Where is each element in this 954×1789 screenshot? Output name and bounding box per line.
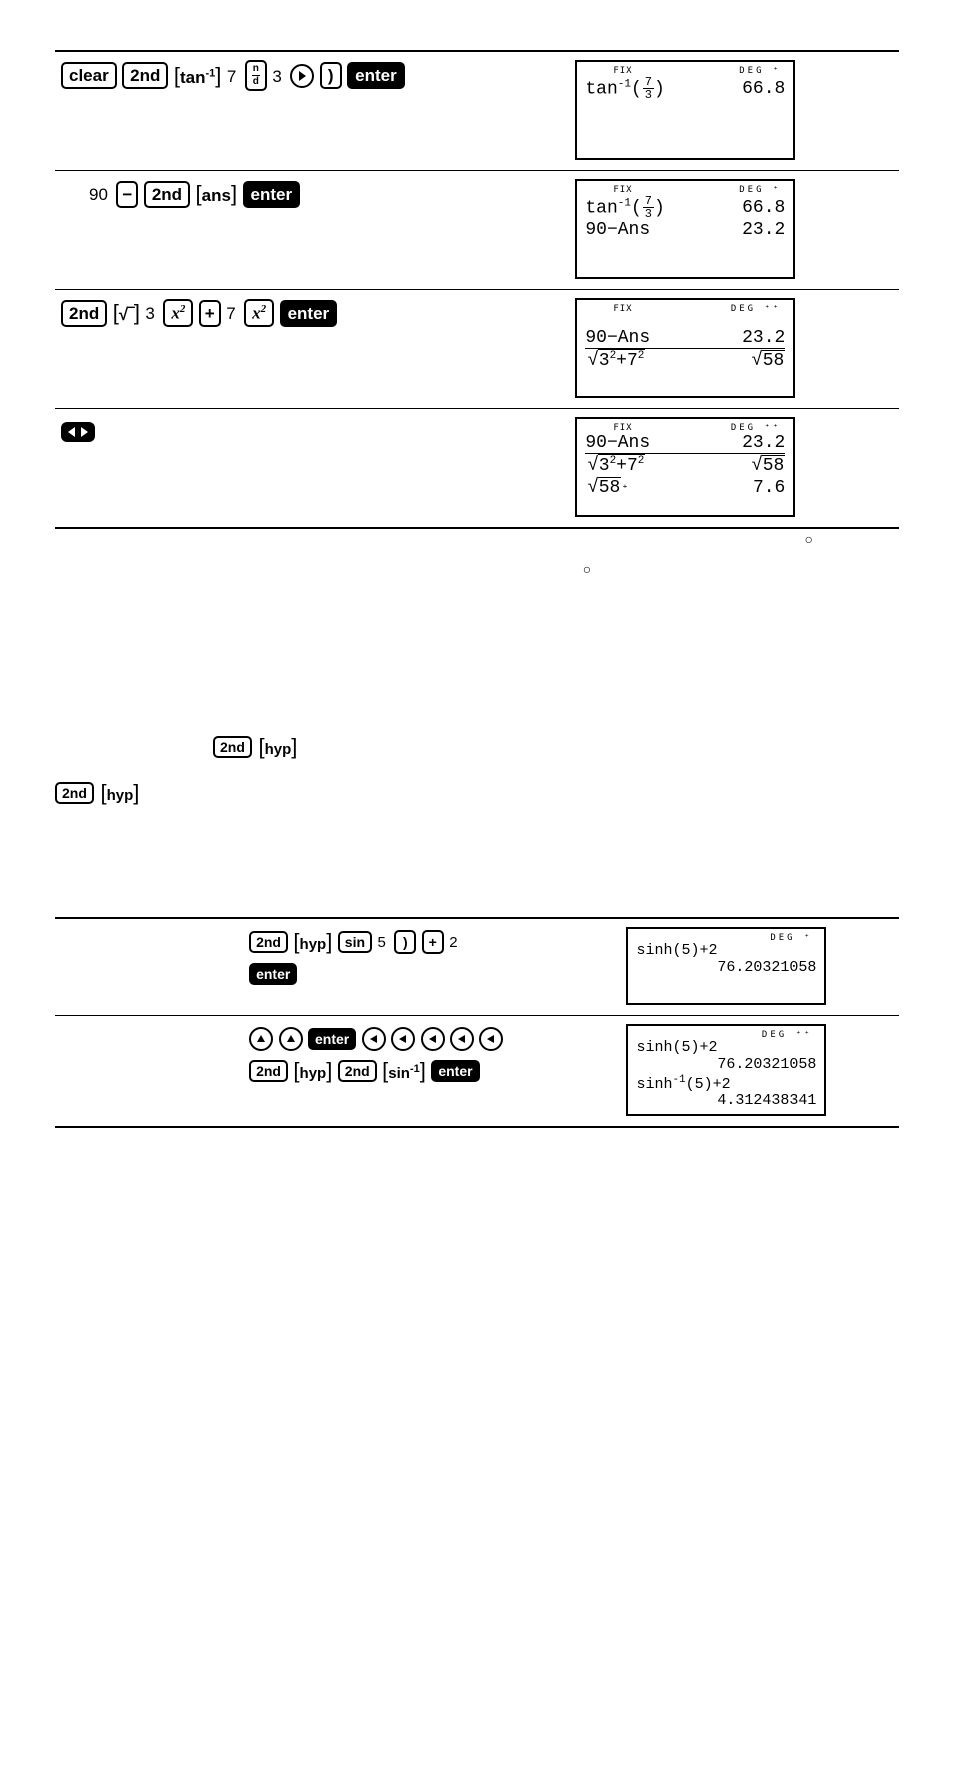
calculator-screen: FIX DEG ⁺⁺ 90−Ans 23.2 32+72 58 58⁺ 7.6	[575, 417, 795, 517]
digit-2: 2	[449, 934, 457, 951]
marker-right: ○	[55, 531, 899, 547]
fraction-key[interactable]: n d	[245, 60, 267, 91]
enter-button[interactable]: enter	[308, 1028, 356, 1050]
minus-button[interactable]: −	[116, 181, 138, 208]
table-row: FIX DEG ⁺⁺ 90−Ans 23.2 32+72 58 58⁺ 7.6	[55, 409, 899, 529]
close-paren-button[interactable]: )	[320, 62, 342, 89]
up-arrow-button[interactable]	[249, 1027, 273, 1051]
second-button[interactable]: 2nd	[144, 181, 190, 208]
table-row: 2nd √‾ 3 x2 + 7 x2 enter FIX DEG ⁺⁺	[55, 290, 899, 409]
key-sequence: clear 2nd tan-1 7 n d 3 ) enter	[61, 60, 557, 93]
digit-3: 3	[145, 304, 154, 323]
table-row: clear 2nd tan-1 7 n d 3 ) enter	[55, 51, 899, 171]
key-sequence: enter 2nd hyp 2nd sin-1 enter	[249, 1024, 608, 1088]
left-arrow-button[interactable]	[479, 1027, 503, 1051]
left-arrow-button[interactable]	[362, 1027, 386, 1051]
lcd-status-bar: FIX DEG ⁺⁺	[585, 423, 785, 433]
hyp-button[interactable]: hyp	[293, 931, 332, 953]
key-sequence: 2nd hyp sin 5 ) + 2 enter	[249, 927, 608, 991]
close-paren-button[interactable]: )	[394, 930, 416, 954]
key-sequence: 90 − 2nd ans enter	[61, 179, 557, 211]
second-button[interactable]: 2nd	[213, 736, 252, 758]
enter-button[interactable]: enter	[431, 1060, 479, 1082]
left-arrow-button[interactable]	[391, 1027, 415, 1051]
enter-button[interactable]: enter	[347, 62, 405, 89]
lcd-line: 90−Ans 23.2	[585, 433, 785, 454]
second-button[interactable]: 2nd	[249, 931, 288, 953]
second-button[interactable]: 2nd	[338, 1060, 377, 1082]
x-squared-button[interactable]: x2	[163, 299, 193, 327]
second-button[interactable]: 2nd	[122, 62, 168, 89]
sin-inverse-button[interactable]: sin-1	[382, 1060, 426, 1082]
example-table-1: clear 2nd tan-1 7 n d 3 ) enter	[55, 50, 899, 529]
key-sequence	[61, 417, 557, 449]
lcd-line: sinh(5)+2	[636, 1040, 816, 1057]
key-sequence: 2nd √‾ 3 x2 + 7 x2 enter	[61, 298, 557, 330]
hyp-button[interactable]: hyp	[293, 1060, 332, 1082]
enter-button[interactable]: enter	[249, 963, 297, 985]
calculator-screen: FIX DEG ⁺ tan-1(73) 66.8 90−Ans 23.2	[575, 179, 795, 279]
sqrt-button[interactable]: √‾	[113, 302, 140, 324]
prose-section: 2nd hyp 2nd hyp	[55, 613, 899, 807]
hyp-button[interactable]: hyp	[258, 736, 297, 758]
lcd-line: tan-1(73) 66.8	[585, 195, 785, 220]
calculator-screen: DEG ⁺ sinh(5)+2 76.20321058	[626, 927, 826, 1005]
lcd-line: 90−Ans 23.2	[585, 220, 785, 240]
lcd-line: 32+72 58	[585, 349, 785, 371]
table-row: 2nd hyp sin 5 ) + 2 enter DEG ⁺	[55, 918, 899, 1016]
clear-button[interactable]: clear	[61, 62, 117, 89]
lcd-line: 76.20321058	[636, 1057, 816, 1074]
enter-button[interactable]: enter	[243, 181, 301, 208]
lcd-line: sinh(5)+2	[636, 943, 816, 960]
hyp-button[interactable]: hyp	[100, 782, 139, 804]
calculator-screen: FIX DEG ⁺⁺ 90−Ans 23.2 32+72 58	[575, 298, 795, 398]
lcd-line: 76.20321058	[636, 960, 816, 977]
lcd-status-bar: FIX DEG ⁺	[585, 66, 785, 76]
digit-5: 5	[377, 934, 385, 951]
ans-button[interactable]: ans	[196, 183, 238, 205]
lcd-line: 58⁺ 7.6	[585, 477, 785, 498]
digit-3: 3	[272, 67, 281, 86]
lcd-line: tan-1(73) 66.8	[585, 76, 785, 101]
enter-button[interactable]: enter	[280, 300, 338, 327]
lcd-line: 90−Ans 23.2	[585, 328, 785, 349]
lcd-status-bar: FIX DEG ⁺⁺	[585, 304, 785, 314]
x-squared-button[interactable]: x2	[244, 299, 274, 327]
second-button[interactable]: 2nd	[61, 300, 107, 327]
second-button[interactable]: 2nd	[55, 782, 94, 804]
problem-text	[55, 918, 243, 1016]
digit-90: 90	[89, 185, 108, 204]
second-button[interactable]: 2nd	[249, 1060, 288, 1082]
lcd-line: 4.312438341	[636, 1093, 816, 1110]
marker-left: ○	[55, 561, 899, 577]
left-arrow-button[interactable]	[450, 1027, 474, 1051]
tan-inverse-button[interactable]: tan-1	[174, 65, 222, 87]
digit-7: 7	[226, 304, 235, 323]
up-arrow-button[interactable]	[279, 1027, 303, 1051]
example-table-2: 2nd hyp sin 5 ) + 2 enter DEG ⁺	[55, 917, 899, 1128]
right-arrow-button[interactable]	[290, 64, 314, 88]
sin-button[interactable]: sin	[338, 931, 372, 953]
lcd-line: sinh-1(5)+2	[636, 1074, 816, 1094]
plus-button[interactable]: +	[422, 930, 444, 954]
lcd-line: 32+72 58	[585, 454, 785, 476]
digit-7: 7	[227, 67, 236, 86]
table-row: 90 − 2nd ans enter FIX DEG ⁺ tan-1(73) 6…	[55, 171, 899, 290]
problem-text	[55, 1016, 243, 1128]
calculator-screen: DEG ⁺⁺ sinh(5)+2 76.20321058 sinh-1(5)+2…	[626, 1024, 826, 1116]
toggle-arrows-button[interactable]	[61, 422, 95, 442]
left-arrow-button[interactable]	[421, 1027, 445, 1051]
plus-button[interactable]: +	[199, 300, 221, 327]
table-row: enter 2nd hyp 2nd sin-1 enter	[55, 1016, 899, 1128]
lcd-status-bar: FIX DEG ⁺	[585, 185, 785, 195]
calculator-screen: FIX DEG ⁺ tan-1(73) 66.8	[575, 60, 795, 160]
